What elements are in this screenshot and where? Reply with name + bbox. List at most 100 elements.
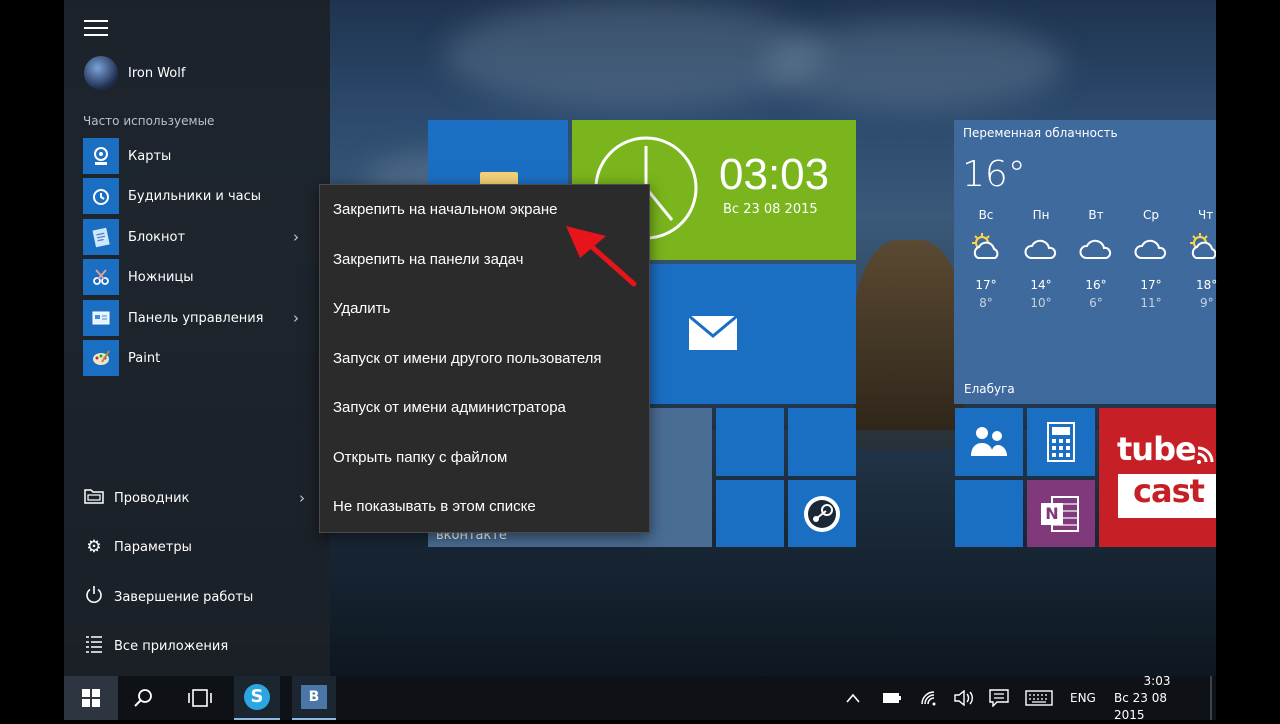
tile-weather[interactable]: Переменная облачность 16° Елабуга: [954, 120, 1216, 404]
control-panel-icon: [83, 300, 119, 336]
taskbar-vk[interactable]: B: [292, 676, 336, 720]
taskbar: S B ENG 3:03 Вс 23 08 2015: [64, 673, 1216, 722]
search-icon: [134, 689, 152, 707]
onenote-icon: N: [1041, 496, 1081, 532]
show-desktop-button[interactable]: [1210, 676, 1212, 720]
tile-tubecast[interactable]: tube cast: [1099, 408, 1216, 547]
tile-mail[interactable]: [650, 264, 856, 404]
start-menu-left-pane: [64, 0, 330, 676]
skype-icon: S: [244, 684, 270, 710]
taskbar-skype[interactable]: S: [234, 676, 280, 720]
chevron-right-icon[interactable]: ›: [293, 228, 299, 246]
settings-item[interactable]: ⚙ Параметры: [83, 530, 313, 564]
weather-temp: 16°: [962, 154, 1026, 195]
shutdown-label: Завершение работы: [114, 589, 254, 605]
wifi-icon: [921, 691, 936, 706]
volume-control[interactable]: [954, 676, 974, 720]
all-apps-label: Все приложения: [114, 638, 229, 654]
chevron-up-icon: [846, 693, 860, 703]
speaker-icon: [954, 690, 973, 706]
menu-item-run-as-other-user[interactable]: Запуск от имени другого пользователя: [320, 334, 649, 384]
notepad-icon: [83, 219, 119, 255]
app-label: Панель управления: [128, 310, 264, 326]
action-center[interactable]: [989, 676, 1009, 720]
scissors-icon: [83, 259, 119, 295]
taskbar-time: 3:03: [1143, 673, 1171, 688]
gear-icon: ⚙: [86, 537, 102, 557]
steam-icon: [804, 496, 840, 532]
app-item-notepad[interactable]: Блокнот ›: [83, 219, 323, 255]
weather-city: Елабуга: [964, 382, 1015, 396]
task-view-icon: [188, 689, 212, 707]
explorer-label: Проводник: [114, 490, 190, 506]
touch-keyboard[interactable]: [1025, 676, 1053, 720]
frequent-apps-header: Часто используемые: [83, 114, 215, 128]
alarm-clock-icon: [83, 178, 119, 214]
explorer-item[interactable]: Проводник ›: [83, 481, 313, 515]
app-item-alarms[interactable]: Будильники и часы: [83, 178, 323, 214]
partly-sunny-icon: [1190, 233, 1216, 259]
weather-low: 10°: [1030, 296, 1052, 310]
battery-icon: [883, 693, 901, 703]
settings-label: Параметры: [114, 539, 192, 555]
task-view-button[interactable]: [178, 676, 222, 720]
tile-people[interactable]: [955, 408, 1023, 476]
cloud-icon: [1024, 239, 1057, 259]
avatar: [84, 56, 118, 90]
app-item-maps[interactable]: Карты: [83, 138, 323, 174]
weather-low: 8°: [979, 296, 993, 310]
tile-small-4[interactable]: [955, 480, 1023, 547]
menu-item-open-file-location[interactable]: Открыть папку с файлом: [320, 433, 649, 483]
weather-day: Вт: [1088, 208, 1104, 222]
weather-low: 11°: [1140, 296, 1162, 310]
tubecast-line2: cast: [1133, 472, 1205, 510]
weather-high: 17°: [975, 278, 997, 292]
network-indicator[interactable]: [920, 676, 938, 720]
tile-calculator[interactable]: [1027, 408, 1095, 476]
list-icon: [83, 634, 105, 659]
show-hidden-icons[interactable]: [846, 676, 860, 720]
taskbar-date: Вс 23 08 2015: [1114, 690, 1167, 722]
chevron-right-icon[interactable]: ›: [299, 489, 305, 507]
power-icon: [83, 585, 105, 610]
app-item-paint[interactable]: Paint: [83, 340, 323, 376]
weather-high: 18°: [1196, 278, 1218, 292]
app-item-snipping[interactable]: Ножницы: [83, 259, 323, 295]
taskbar-clock[interactable]: 3:03 Вс 23 08 2015: [1114, 673, 1200, 722]
folder-icon: [83, 487, 105, 510]
weather-high: 14°: [1030, 278, 1052, 292]
weather-day: Вс: [978, 208, 994, 222]
partly-sunny-icon: [972, 233, 999, 259]
menu-item-dont-show-in-list[interactable]: Не показывать в этом списке: [320, 482, 649, 532]
search-button[interactable]: [122, 676, 166, 720]
tile-small-3[interactable]: [716, 480, 784, 547]
weather-low: 9°: [1200, 296, 1214, 310]
cast-waves-icon: [1197, 446, 1214, 464]
weather-high: 17°: [1140, 278, 1162, 292]
windows-logo-icon: [82, 689, 100, 707]
people-icon: [971, 427, 1007, 456]
app-label: Ножницы: [128, 269, 194, 285]
tile-onenote[interactable]: N: [1027, 480, 1095, 547]
shutdown-item[interactable]: Завершение работы: [83, 580, 313, 614]
cloud-icon: [1079, 239, 1112, 259]
weather-low: 6°: [1089, 296, 1103, 310]
user-account[interactable]: Iron Wolf: [84, 56, 185, 90]
weather-day: Ср: [1143, 208, 1159, 222]
battery-indicator[interactable]: [882, 676, 902, 720]
language-indicator[interactable]: ENG: [1070, 676, 1096, 720]
tile-steam[interactable]: [788, 480, 856, 547]
tile-small-1[interactable]: [716, 408, 784, 476]
vk-icon: B: [301, 685, 327, 709]
chevron-right-icon[interactable]: ›: [293, 309, 299, 327]
all-apps-item[interactable]: Все приложения: [83, 629, 313, 663]
paint-icon: [83, 340, 119, 376]
tile-small-2[interactable]: [788, 408, 856, 476]
menu-item-run-as-admin[interactable]: Запуск от имени администратора: [320, 383, 649, 433]
start-button[interactable]: [64, 676, 118, 720]
app-item-control-panel[interactable]: Панель управления ›: [83, 300, 323, 336]
app-label: Карты: [128, 148, 172, 164]
hamburger-menu-icon[interactable]: [84, 20, 108, 38]
app-label: Блокнот: [128, 229, 186, 245]
maps-icon: [83, 138, 119, 174]
